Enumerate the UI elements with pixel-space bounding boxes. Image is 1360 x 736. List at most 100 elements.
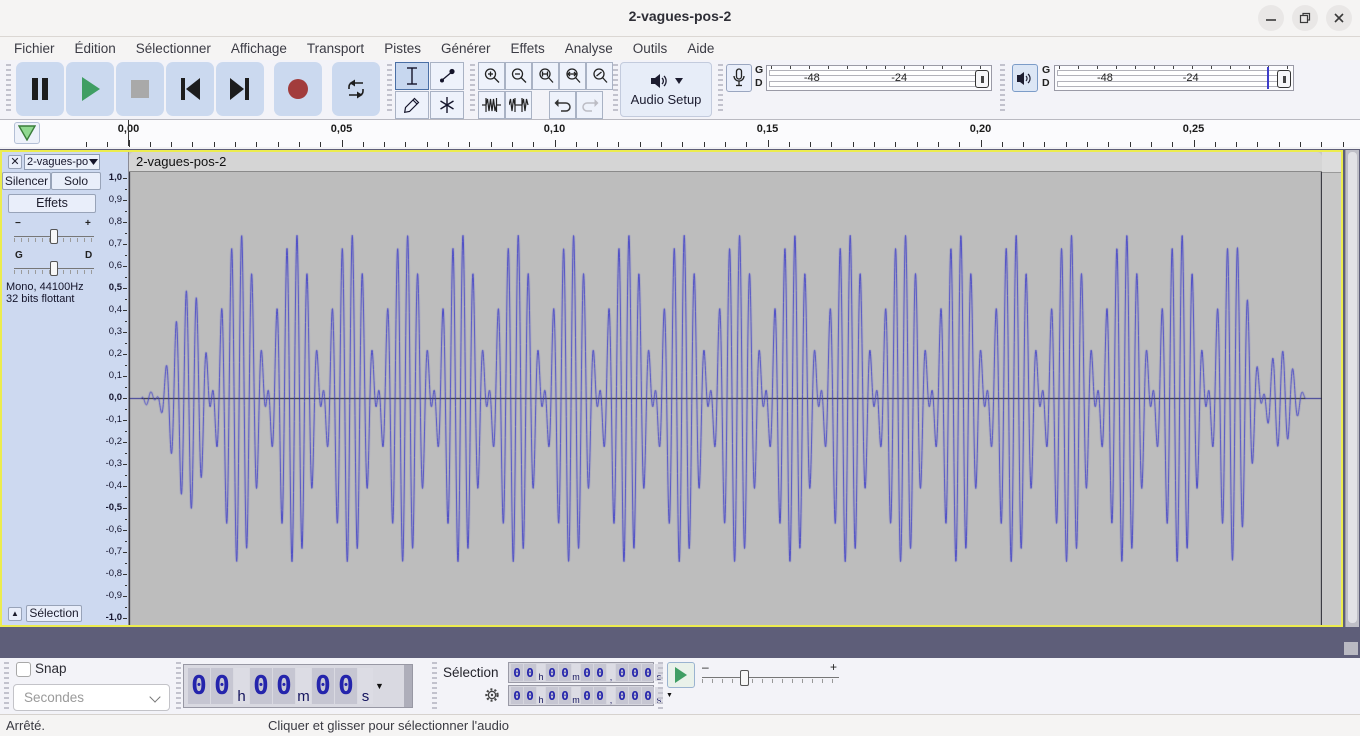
time-digit[interactable]: 0 <box>642 687 654 704</box>
restore-button[interactable] <box>1292 5 1318 31</box>
pause-button[interactable] <box>16 62 64 116</box>
timeline-options-button[interactable] <box>14 122 40 144</box>
menu-item[interactable]: Édition <box>66 39 125 58</box>
time-digit[interactable]: 0 <box>511 664 523 681</box>
gain-slider[interactable] <box>12 228 96 246</box>
snap-units-combo[interactable]: Secondes <box>13 684 170 711</box>
edit-toolbar-grip[interactable] <box>470 64 475 114</box>
record-button[interactable] <box>274 62 322 116</box>
zoom-out-button[interactable] <box>505 62 532 90</box>
audio-position-display[interactable]: 0 0 h 0 0 m 0 0 s ▼ <box>183 664 413 708</box>
time-digit[interactable]: 0 <box>335 668 357 704</box>
menu-item[interactable]: Transport <box>298 39 373 58</box>
zoom-in-button[interactable] <box>478 62 505 90</box>
time-digit[interactable]: 0 <box>616 664 628 681</box>
clip-header[interactable]: 2-vagues-pos-2 <box>129 152 1322 172</box>
recording-meter-mic-button[interactable] <box>726 64 752 92</box>
time-digit[interactable]: 0 <box>559 664 571 681</box>
zoom-toggle-button[interactable] <box>586 62 613 90</box>
waveform-canvas[interactable] <box>129 172 1322 625</box>
time-digit[interactable]: 0 <box>312 668 334 704</box>
draw-tool-button[interactable] <box>395 91 429 119</box>
time-digit[interactable]: 0 <box>594 687 606 704</box>
menu-item[interactable]: Générer <box>432 39 500 58</box>
time-digit[interactable]: 0 <box>211 668 233 704</box>
time-format-caret-icon[interactable]: ▼ <box>666 692 673 699</box>
selection-toolbar-grip[interactable] <box>432 662 437 710</box>
clip-area[interactable]: 2-vagues-pos-2 <box>129 152 1341 625</box>
menu-item[interactable]: Effets <box>501 39 553 58</box>
multi-tool-button[interactable] <box>430 91 464 119</box>
envelope-tool-button[interactable] <box>430 62 464 90</box>
vertical-scrollbar[interactable] <box>1345 150 1359 627</box>
time-digit[interactable]: 0 <box>629 664 641 681</box>
menu-item[interactable]: Outils <box>624 39 677 58</box>
snapping-toolbar-grip[interactable] <box>4 662 9 710</box>
track-name-box[interactable]: 2-vagues-po <box>24 154 100 170</box>
time-digit[interactable]: 0 <box>629 687 641 704</box>
time-digit[interactable]: 0 <box>642 664 654 681</box>
playback-meter[interactable]: -48 -24 <box>1054 65 1294 91</box>
gain-slider-thumb[interactable] <box>50 229 58 244</box>
track-solo-button[interactable]: Solo <box>51 172 101 190</box>
track-collapse-button[interactable]: ▲ <box>8 607 22 621</box>
tools-toolbar-grip[interactable] <box>387 64 392 114</box>
vertical-scale-ruler[interactable]: 1,0 0,9 0,8 0,7 0,6 0,5 0,4 0,3 0,2 0,1 0,0 -0,1 -0,… <box>102 152 129 625</box>
vertical-scrollbar-thumb[interactable] <box>1348 152 1357 623</box>
zoom-fit-project-button[interactable] <box>559 62 586 90</box>
time-digit[interactable]: 0 <box>546 687 558 704</box>
menu-item[interactable]: Sélectionner <box>127 39 220 58</box>
redo-button[interactable] <box>576 91 603 119</box>
recording-meter[interactable]: -48 -24 <box>766 65 992 91</box>
menu-item[interactable]: Affichage <box>222 39 296 58</box>
playback-meter-grip[interactable] <box>1000 64 1005 114</box>
playback-meter-speaker-button[interactable] <box>1012 64 1038 92</box>
track-select-button[interactable]: Sélection <box>26 605 82 622</box>
pan-slider[interactable] <box>12 260 96 278</box>
recording-level-slider[interactable] <box>975 70 989 88</box>
menu-item[interactable]: Fichier <box>5 39 64 58</box>
selection-settings-button[interactable] <box>483 686 501 704</box>
pan-slider-thumb[interactable] <box>50 261 58 276</box>
time-digit[interactable]: 0 <box>581 664 593 681</box>
time-digit[interactable]: 0 <box>524 664 536 681</box>
track-effects-button[interactable]: Effets <box>8 194 96 213</box>
time-display-spinner[interactable] <box>404 665 412 707</box>
time-digit[interactable]: 0 <box>524 687 536 704</box>
recording-meter-grip[interactable] <box>718 64 723 114</box>
track-mute-button[interactable]: Silencer <box>2 172 51 190</box>
menu-item[interactable]: Analyse <box>556 39 622 58</box>
play-speed-slider-thumb[interactable] <box>740 670 749 686</box>
menu-item[interactable]: Aide <box>678 39 723 58</box>
selection-end-field[interactable]: 00h00m00,000s▼ <box>508 685 673 706</box>
time-digit[interactable]: 0 <box>273 668 295 704</box>
time-digit[interactable]: 0 <box>581 687 593 704</box>
skip-to-start-button[interactable] <box>166 62 214 116</box>
playback-level-slider[interactable] <box>1277 70 1291 88</box>
stop-button[interactable] <box>116 62 164 116</box>
undo-button[interactable] <box>549 91 576 119</box>
skip-to-end-button[interactable] <box>216 62 264 116</box>
time-format-caret-icon[interactable]: ▼ <box>375 681 384 691</box>
transport-toolbar-grip[interactable] <box>6 64 11 114</box>
audio-setup-button[interactable]: Audio Setup <box>620 62 712 117</box>
time-digit[interactable]: 0 <box>594 664 606 681</box>
play-button[interactable] <box>66 62 114 116</box>
play-speed-slider[interactable]: – + <box>700 660 845 688</box>
close-button[interactable] <box>1326 5 1352 31</box>
audio-setup-toolbar-grip[interactable] <box>613 64 618 114</box>
time-digit[interactable]: 0 <box>559 687 571 704</box>
play-at-speed-grip[interactable] <box>658 662 663 710</box>
loop-button[interactable] <box>332 62 380 116</box>
time-digit[interactable]: 0 <box>511 687 523 704</box>
time-digit[interactable]: 0 <box>250 668 272 704</box>
silence-selection-button[interactable] <box>505 91 532 119</box>
snap-checkbox[interactable] <box>16 662 31 677</box>
time-digit[interactable]: 0 <box>188 668 210 704</box>
trim-outside-selection-button[interactable] <box>478 91 505 119</box>
minimize-button[interactable] <box>1258 5 1284 31</box>
zoom-fit-selection-button[interactable] <box>532 62 559 90</box>
selection-tool-button[interactable] <box>395 62 429 90</box>
selection-start-field[interactable]: 00h00m00,000s▼ <box>508 662 673 683</box>
time-digit[interactable]: 0 <box>546 664 558 681</box>
